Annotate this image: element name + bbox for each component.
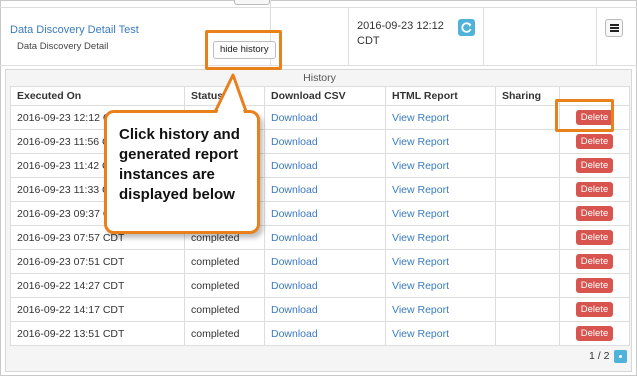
callout-pointer-mask — [217, 79, 244, 113]
